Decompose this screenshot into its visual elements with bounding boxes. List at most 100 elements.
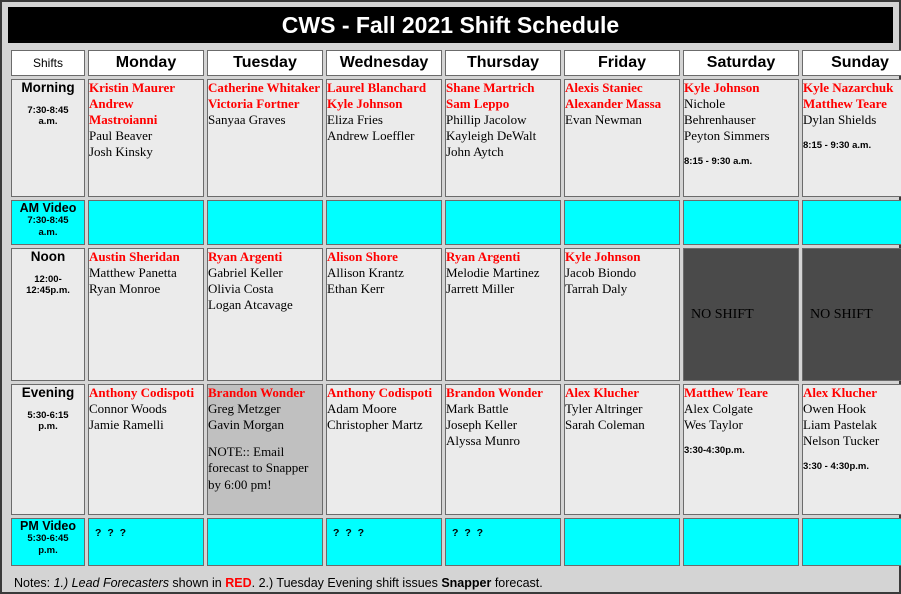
shift-row-noon: Noon 12:00- 12:45p.m. Austin Sheridan Matthe… <box>11 248 901 381</box>
shift-label-amvideo: AM Video 7:30-8:45 a.m. <box>11 200 85 245</box>
no-shift-text: NO SHIFT <box>810 306 873 322</box>
shift-label-time: 5:30-6:45 p.m. <box>12 533 84 557</box>
shift-cell-pmvideo-monday[interactable]: ? ? ? <box>88 518 204 566</box>
lead-forecaster-name: Kyle Johnson <box>565 249 641 264</box>
shift-cell-evening-monday[interactable]: Anthony Codispoti Connor Woods Jamie Ramel… <box>88 384 204 515</box>
shift-cell-morning-saturday[interactable]: Kyle Johnson Nichole Behrenhauser Peyton S… <box>683 79 799 197</box>
column-header-tuesday: Tuesday <box>207 50 323 76</box>
staff-name: Tyler Altringer <box>565 401 643 417</box>
lead-forecaster-name: Shane Martrich <box>446 80 535 95</box>
shift-cell-morning-sunday[interactable]: Kyle Nazarchuk Matthew Teare Dylan Shields… <box>802 79 901 197</box>
staff-name: Eliza Fries <box>327 112 383 128</box>
lead-forecaster-name: Kristin Maurer <box>89 80 176 95</box>
shift-cell-pmvideo-tuesday[interactable] <box>207 518 323 566</box>
lead-forecaster-name: Kyle Johnson <box>684 80 760 95</box>
cell-time-note: 8:15 - 9:30 a.m. <box>684 156 753 168</box>
staff-name: Mark Battle <box>446 401 509 417</box>
staff-name: Phillip Jacolow <box>446 112 527 128</box>
shift-cell-morning-monday[interactable]: Kristin Maurer Andrew Mastroianni Paul Bea… <box>88 79 204 197</box>
shift-label-name: AM Video <box>19 201 77 215</box>
shift-cell-evening-sunday[interactable]: Alex Klucher Owen Hook Liam Pastelak Nelson… <box>802 384 901 515</box>
shift-time-line-2: 12:45p.m. <box>26 285 70 297</box>
shift-label-noon: Noon 12:00- 12:45p.m. <box>11 248 85 381</box>
shift-cell-evening-thursday[interactable]: Brandon Wonder Mark Battle Joseph Keller Al… <box>445 384 561 515</box>
staff-name: Olivia Costa <box>208 281 274 297</box>
staff-name: Nichole Behrenhauser <box>684 96 756 128</box>
shift-label-morning: Morning 7:30-8:45 a.m. <box>11 79 85 197</box>
footer-prefix: Notes: <box>14 576 54 590</box>
shift-cell-noon-friday[interactable]: Kyle Johnson Jacob Biondo Tarrah Daly <box>564 248 680 381</box>
shift-cell-pmvideo-thursday[interactable]: ? ? ? <box>445 518 561 566</box>
shift-cell-pmvideo-sunday[interactable] <box>802 518 901 566</box>
shift-cell-pmvideo-wednesday[interactable]: ? ? ? <box>326 518 442 566</box>
shift-cell-noon-saturday[interactable]: NO SHIFT <box>683 248 799 381</box>
shift-cell-morning-friday[interactable]: Alexis Staniec Alexander Massa Evan Newman <box>564 79 680 197</box>
staff-name: Alex Colgate <box>684 401 753 417</box>
shift-cell-amvideo-wednesday[interactable] <box>326 200 442 245</box>
shift-cell-noon-sunday[interactable]: NO SHIFT <box>802 248 901 381</box>
lead-forecaster-name: Ryan Argenti <box>446 249 521 264</box>
staff-name: Connor Woods <box>89 401 167 417</box>
shift-row-pmvideo: PM Video 5:30-6:45 p.m. ? ? ? ? ? ? ? ? ? <box>11 518 901 566</box>
shift-cell-pmvideo-saturday[interactable] <box>683 518 799 566</box>
column-header-thursday: Thursday <box>445 50 561 76</box>
shift-time-line-1: 12:00- <box>34 273 62 285</box>
lead-forecaster-name: Alex Klucher <box>565 385 640 400</box>
shift-cell-noon-tuesday[interactable]: Ryan Argenti Gabriel Keller Olivia Costa Lo… <box>207 248 323 381</box>
shift-time-line-1: 7:30-8:45 <box>27 215 69 227</box>
shift-cell-pmvideo-friday[interactable] <box>564 518 680 566</box>
shift-cell-amvideo-friday[interactable] <box>564 200 680 245</box>
staff-name: Wes Taylor <box>684 417 743 433</box>
shift-label-name: Morning <box>21 80 75 95</box>
shift-cell-noon-monday[interactable]: Austin Sheridan Matthew Panetta Ryan Monro… <box>88 248 204 381</box>
shift-cell-morning-tuesday[interactable]: Catherine Whitaker Victoria Fortner Sanyaa… <box>207 79 323 197</box>
staff-name: Ethan Kerr <box>327 281 385 297</box>
shift-label-time: 5:30-6:15 p.m. <box>12 410 84 434</box>
shift-cell-morning-wednesday[interactable]: Laurel Blanchard Kyle Johnson Eliza Fries A… <box>326 79 442 197</box>
shift-cell-noon-thursday[interactable]: Ryan Argenti Melodie Martinez Jarrett Mill… <box>445 248 561 381</box>
shift-cell-morning-thursday[interactable]: Shane Martrich Sam Leppo Phillip Jacolow Ka… <box>445 79 561 197</box>
shift-time-line-1: 7:30-8:45 <box>27 104 69 116</box>
footer-mid-2: . 2.) Tuesday Evening shift issues <box>251 576 442 590</box>
lead-forecaster-name: Austin Sheridan <box>89 249 180 264</box>
shift-label-name: Noon <box>30 249 66 264</box>
shift-cell-amvideo-sunday[interactable] <box>802 200 901 245</box>
staff-name: John Aytch <box>446 144 504 160</box>
lead-forecaster-name: Kyle Johnson <box>327 96 403 112</box>
lead-forecaster-name: Alexander Massa <box>565 96 662 112</box>
staff-name: Melodie Martinez <box>446 265 540 281</box>
staff-name: Liam Pastelak <box>803 417 878 433</box>
shift-label-name: Evening <box>21 385 75 400</box>
shift-cell-evening-tuesday[interactable]: Brandon Wonder Greg Metzger Gavin Morgan NO… <box>207 384 323 515</box>
staff-name: Kayleigh DeWalt <box>446 128 537 144</box>
shift-time-line-2: a.m. <box>38 227 58 239</box>
shift-row-evening: Evening 5:30-6:15 p.m. Anthony Codispoti Con… <box>11 384 901 515</box>
footer-bold-keyword: Snapper <box>441 576 492 590</box>
column-header-friday: Friday <box>564 50 680 76</box>
shift-cell-evening-wednesday[interactable]: Anthony Codispoti Adam Moore Christopher M… <box>326 384 442 515</box>
shift-cell-evening-friday[interactable]: Alex Klucher Tyler Altringer Sarah Coleman <box>564 384 680 515</box>
page-title: CWS - Fall 2021 Shift Schedule <box>8 7 893 43</box>
staff-name: Matthew Panetta <box>89 265 177 281</box>
lead-forecaster-name: Sam Leppo <box>446 96 510 112</box>
shift-label-time: 7:30-8:45 a.m. <box>12 215 84 239</box>
column-header-saturday: Saturday <box>683 50 799 76</box>
footer-italic-note: 1.) Lead Forecasters <box>53 576 169 590</box>
shift-cell-amvideo-tuesday[interactable] <box>207 200 323 245</box>
shift-cell-amvideo-thursday[interactable] <box>445 200 561 245</box>
lead-forecaster-name: Anthony Codispoti <box>327 385 433 400</box>
shift-cell-amvideo-saturday[interactable] <box>683 200 799 245</box>
table-body: Morning 7:30-8:45 a.m. Kristin Maurer Andrew… <box>11 79 901 566</box>
staff-name: Peyton Simmers <box>684 128 770 144</box>
shift-cell-amvideo-monday[interactable] <box>88 200 204 245</box>
shift-label-evening: Evening 5:30-6:15 p.m. <box>11 384 85 515</box>
shift-cell-evening-saturday[interactable]: Matthew Teare Alex Colgate Wes Taylor 3:30-… <box>683 384 799 515</box>
staff-name: Andrew Loeffler <box>327 128 415 144</box>
staff-name: Greg Metzger <box>208 401 281 417</box>
lead-forecaster-name: Alison Shore <box>327 249 398 264</box>
lead-forecaster-name: Brandon Wonder <box>446 385 543 400</box>
shift-cell-noon-wednesday[interactable]: Alison Shore Allison Krantz Ethan Kerr <box>326 248 442 381</box>
shift-row-amvideo: AM Video 7:30-8:45 a.m. <box>11 200 901 245</box>
staff-name: Alyssa Munro <box>446 433 521 449</box>
column-header-monday: Monday <box>88 50 204 76</box>
